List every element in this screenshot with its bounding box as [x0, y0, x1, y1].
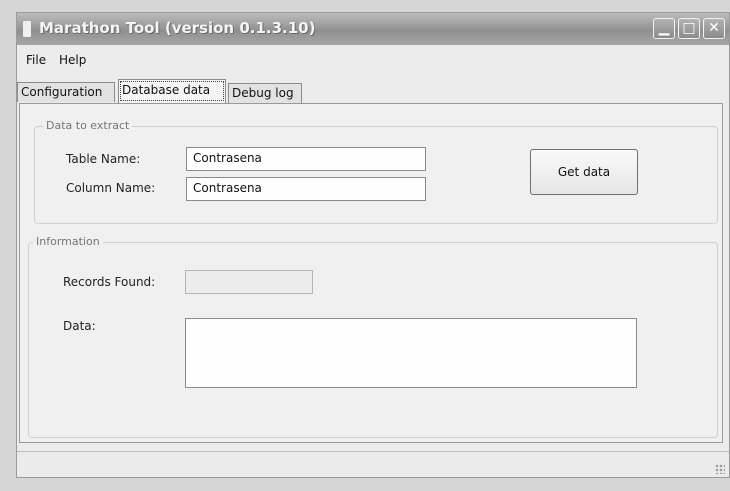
- tab-debug-log[interactable]: Debug log: [228, 83, 302, 103]
- data-field[interactable]: [185, 318, 637, 388]
- status-bar: [17, 451, 729, 477]
- records-found-field: [185, 270, 313, 294]
- column-name-label: Column Name:: [66, 181, 156, 195]
- database-data-panel: Data to extract Table Name: Contrasena C…: [19, 103, 723, 443]
- maximize-button[interactable]: □: [678, 18, 700, 39]
- minimize-icon: ▁: [658, 20, 670, 36]
- get-data-button[interactable]: Get data: [530, 149, 638, 195]
- table-name-field[interactable]: Contrasena: [186, 147, 426, 171]
- resize-grip-icon[interactable]: [715, 464, 725, 474]
- main-window: Marathon Tool (version 0.1.3.10) ▁ □ ✕ F…: [16, 12, 730, 478]
- data-to-extract-group: Data to extract Table Name: Contrasena C…: [34, 119, 718, 224]
- minimize-button[interactable]: ▁: [653, 18, 675, 39]
- close-icon: ✕: [708, 20, 720, 36]
- data-to-extract-legend: Data to extract: [43, 119, 133, 132]
- menu-help[interactable]: Help: [59, 53, 86, 67]
- information-legend: Information: [33, 235, 103, 248]
- column-name-field[interactable]: Contrasena: [186, 177, 426, 201]
- app-icon: [23, 21, 31, 37]
- close-button[interactable]: ✕: [703, 18, 725, 39]
- tab-database-data[interactable]: Database data: [118, 79, 226, 103]
- menu-file[interactable]: File: [26, 53, 46, 67]
- tab-configuration[interactable]: Configuration: [17, 82, 115, 102]
- window-title: Marathon Tool (version 0.1.3.10): [39, 19, 316, 37]
- menu-bar: File Help: [17, 47, 729, 69]
- tab-strip: Configuration Database data Debug log: [17, 79, 729, 104]
- information-group: Information Records Found: Data:: [28, 235, 718, 438]
- table-name-label: Table Name:: [66, 152, 141, 166]
- data-label: Data:: [63, 319, 96, 333]
- maximize-icon: □: [682, 20, 696, 36]
- records-found-label: Records Found:: [63, 275, 156, 289]
- title-bar[interactable]: Marathon Tool (version 0.1.3.10) ▁ □ ✕: [17, 13, 729, 45]
